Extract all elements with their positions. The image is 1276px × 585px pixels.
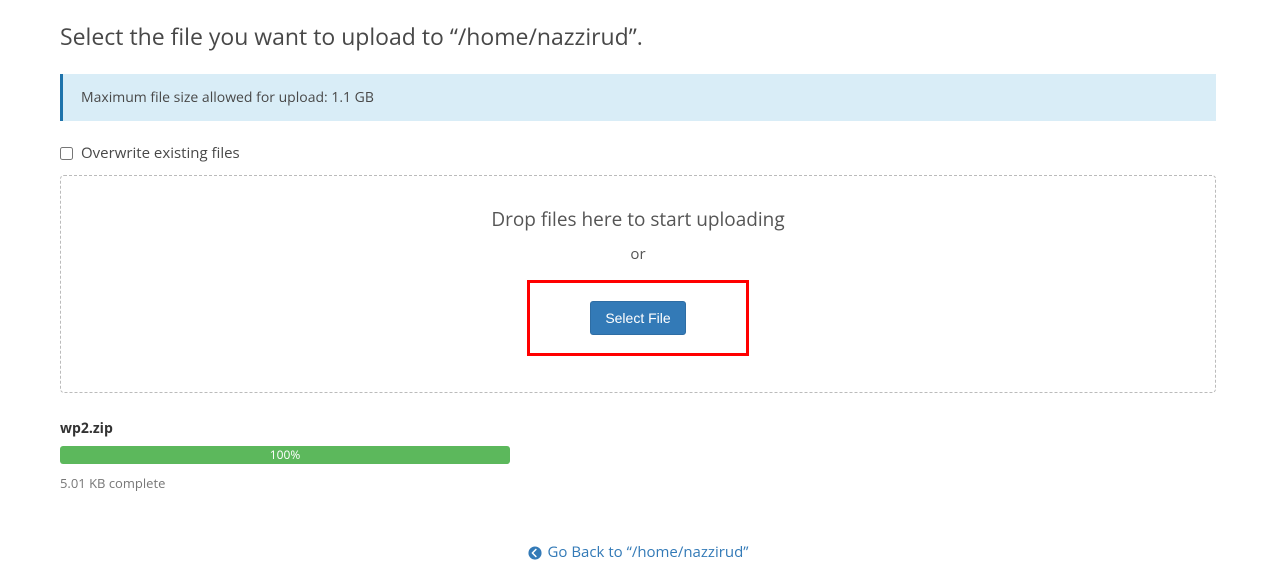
dropzone[interactable]: Drop files here to start uploading or Se…	[60, 175, 1216, 393]
highlight-annotation: Select File	[527, 280, 748, 356]
go-back-row: Go Back to “/home/nazzirud”	[60, 542, 1216, 565]
page-title: Select the file you want to upload to “/…	[60, 20, 1216, 52]
progress-bar: 100%	[60, 446, 510, 464]
uploaded-filename: wp2.zip	[60, 419, 1216, 438]
overwrite-label[interactable]: Overwrite existing files	[81, 143, 240, 163]
overwrite-row: Overwrite existing files	[60, 143, 1216, 163]
arrow-left-circle-icon	[528, 545, 542, 559]
go-back-label: Go Back to “/home/nazzirud”	[548, 542, 749, 562]
upload-complete-text: 5.01 KB complete	[60, 474, 1216, 492]
dropzone-or: or	[81, 244, 1195, 264]
max-filesize-info: Maximum file size allowed for upload: 1.…	[60, 74, 1216, 121]
go-back-link[interactable]: Go Back to “/home/nazzirud”	[528, 542, 749, 562]
dropzone-instruction: Drop files here to start uploading	[81, 206, 1195, 232]
select-file-button[interactable]: Select File	[590, 301, 685, 335]
overwrite-checkbox[interactable]	[60, 147, 73, 160]
progress-fill: 100%	[60, 446, 510, 464]
